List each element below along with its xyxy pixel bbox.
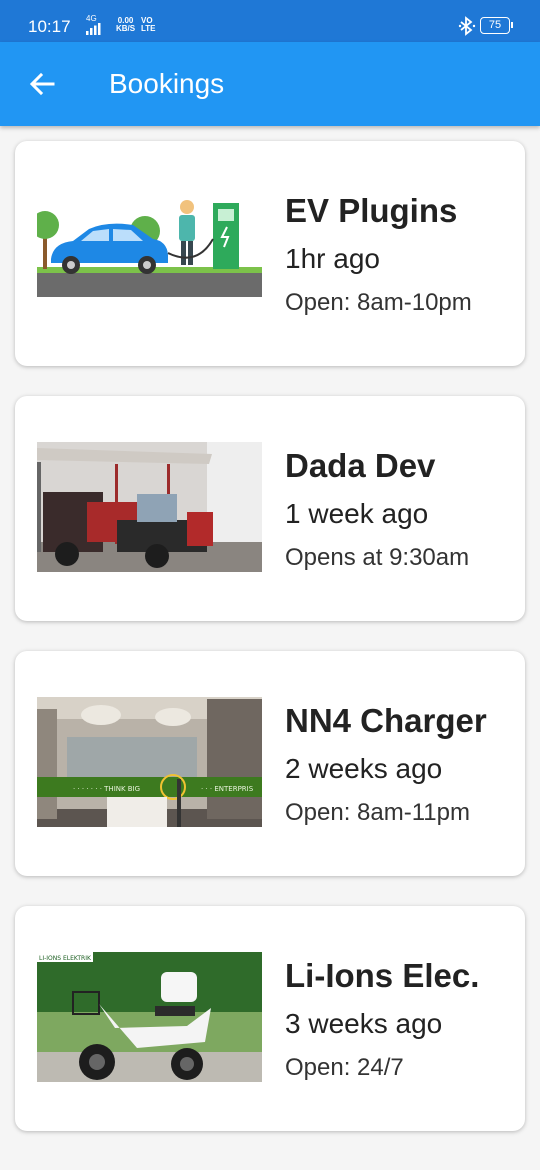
booking-name: Li-Ions Elec.	[285, 957, 480, 994]
booking-card-dada-dev[interactable]: Dada Dev 1 week ago Opens at 9:30am	[15, 396, 525, 621]
enterprise-sign: · · · ENTERPRIS	[201, 785, 254, 793]
booking-name: EV Plugins	[285, 192, 458, 229]
booking-image-dada-dev	[37, 442, 262, 572]
booking-card-nn4-charger[interactable]: · · · · · · · THINK BIG · · · ENTERPRIS …	[15, 651, 525, 876]
booking-hours: Open: 24/7	[285, 1054, 404, 1081]
app-bar: Bookings	[0, 42, 540, 126]
booking-card-li-ions-elec[interactable]: LI-IONS ELEKTRIK Li-Ions Elec. 3 weeks a…	[15, 906, 525, 1131]
booking-name: NN4 Charger	[285, 702, 487, 739]
network-indicator: 4G	[86, 15, 102, 35]
booking-time-ago: 3 weeks ago	[285, 1008, 443, 1039]
network-speed: 0.00 KB/S	[116, 17, 135, 33]
volte-indicator: VO LTE	[141, 17, 156, 33]
booking-time-ago: 2 weeks ago	[285, 753, 443, 784]
arrow-left-icon	[29, 72, 55, 96]
booking-hours: Open: 8am-11pm	[285, 799, 470, 826]
status-bar: 10:17 4G 0.00 KB/S VO LTE 75	[0, 0, 540, 42]
network-type: 4G	[86, 14, 97, 23]
booking-time-ago: 1 week ago	[285, 498, 429, 529]
status-time: 10:17	[28, 17, 71, 36]
booking-hours: Opens at 9:30am	[285, 544, 470, 571]
back-button[interactable]	[22, 62, 62, 106]
booking-name: Dada Dev	[285, 447, 436, 484]
booking-image-nn4-charger: · · · · · · · THINK BIG · · · ENTERPRIS	[37, 697, 262, 827]
booking-card-ev-plugins[interactable]: EV Plugins 1hr ago Open: 8am-10pm	[15, 141, 525, 366]
li-ions-sign: LI-IONS ELEKTRIK	[39, 955, 92, 962]
bluetooth-icon	[458, 16, 476, 36]
page-title: Bookings	[109, 68, 225, 99]
signal-icon	[86, 23, 101, 35]
think-big-sign: · · · · · · · THINK BIG	[73, 785, 140, 793]
battery-icon: 75	[480, 17, 513, 34]
booking-time-ago: 1hr ago	[285, 243, 380, 274]
booking-image-ev-plugins	[37, 187, 262, 317]
booking-image-li-ions-elec: LI-IONS ELEKTRIK	[37, 952, 262, 1082]
speed-unit: KB/S	[116, 24, 136, 33]
volte-bottom: LTE	[141, 24, 156, 33]
booking-hours: Open: 8am-10pm	[285, 289, 472, 316]
